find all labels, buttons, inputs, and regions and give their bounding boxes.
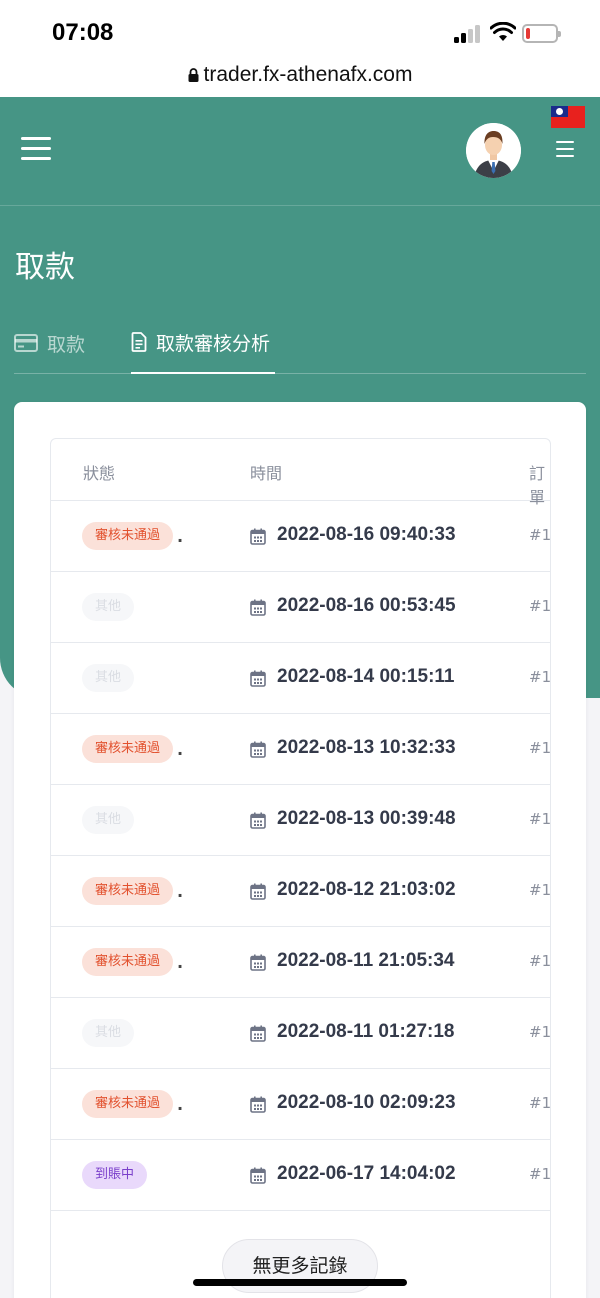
battery-icon <box>522 24 561 43</box>
table-row[interactable]: 其他 2022-08-11 01:27:18 #1 <box>51 998 551 1069</box>
card-icon <box>14 334 38 352</box>
column-header-status[interactable]: 狀態 <box>83 460 115 484</box>
table-row[interactable]: 審核未通過. 2022-08-10 02:09:23 #1 <box>51 1069 551 1140</box>
records-card: 狀態 時間 訂單 審核未通過. 2022-08-16 09:40:33 #1 其他 20… <box>14 402 586 1298</box>
status-time: 07:08 <box>52 19 114 46</box>
status-bar: 07:08 <box>0 0 600 60</box>
tab-withdraw-analysis[interactable]: 取款審核分析 <box>131 312 275 374</box>
calendar-icon <box>250 812 266 829</box>
tab-withdraw-analysis-label: 取款審核分析 <box>156 332 271 355</box>
truncation-dot: . <box>177 953 184 972</box>
calendar-icon <box>250 1096 266 1113</box>
table-row[interactable]: 審核未通過. 2022-08-11 21:05:34 #1 <box>51 927 551 998</box>
user-avatar-icon <box>466 123 521 178</box>
row-datetime: 2022-08-16 00:53:45 <box>277 595 456 616</box>
row-order-id: #1 <box>529 668 551 686</box>
tab-bar: 取款 取款審核分析 <box>14 312 586 374</box>
header-divider <box>0 205 600 206</box>
row-datetime: 2022-08-13 00:39:48 <box>277 808 456 829</box>
page-title: 取款 <box>15 250 75 285</box>
table-row[interactable]: 審核未通過. 2022-08-12 21:03:02 #1 <box>51 856 551 927</box>
home-indicator <box>193 1279 407 1286</box>
language-menu-button[interactable] <box>556 141 574 157</box>
row-order-id: #1 <box>529 739 551 757</box>
column-header-time[interactable]: 時間 <box>250 460 282 484</box>
status-badge: 審核未通過 <box>82 948 174 976</box>
row-datetime: 2022-08-13 10:32:33 <box>277 737 456 758</box>
table-row[interactable]: 審核未通過. 2022-08-16 09:40:33 #1 <box>51 501 551 572</box>
calendar-icon <box>250 528 266 545</box>
browser-url-bar[interactable]: trader.fx-athenafx.com <box>0 60 600 97</box>
status-badge: 其他 <box>82 593 135 621</box>
wifi-icon <box>490 22 516 41</box>
calendar-icon <box>250 1167 266 1184</box>
row-datetime: 2022-08-11 21:05:34 <box>277 950 455 971</box>
calendar-icon <box>250 670 266 687</box>
truncation-dot: . <box>177 1095 184 1114</box>
status-badge: 到賬中 <box>82 1161 148 1189</box>
row-datetime: 2022-08-16 09:40:33 <box>277 524 456 545</box>
status-badge: 其他 <box>82 1019 135 1047</box>
status-badge: 其他 <box>82 806 135 834</box>
status-badge: 審核未通過 <box>82 735 174 763</box>
row-datetime: 2022-08-12 21:03:02 <box>277 879 456 900</box>
row-order-id: #1 <box>529 526 551 544</box>
truncation-dot: . <box>177 527 184 546</box>
cellular-signal-icon <box>454 24 482 43</box>
calendar-icon <box>250 954 266 971</box>
row-datetime: 2022-08-10 02:09:23 <box>277 1092 456 1113</box>
row-order-id: #1 <box>529 597 551 615</box>
status-badge: 其他 <box>82 664 135 692</box>
status-badge: 審核未通過 <box>82 522 174 550</box>
tab-withdraw-label: 取款 <box>47 333 86 356</box>
truncation-dot: . <box>177 740 184 759</box>
document-icon <box>131 332 147 352</box>
table-row[interactable]: 其他 2022-08-13 00:39:48 #1 <box>51 785 551 856</box>
table-header: 狀態 時間 訂單 <box>51 439 550 507</box>
row-datetime: 2022-08-14 00:15:11 <box>277 666 455 687</box>
row-order-id: #1 <box>529 1165 551 1183</box>
row-datetime: 2022-08-11 01:27:18 <box>277 1021 455 1042</box>
taiwan-flag-icon[interactable] <box>551 106 585 128</box>
tab-withdraw[interactable]: 取款 <box>14 312 85 374</box>
calendar-icon <box>250 1025 266 1042</box>
hamburger-menu-button[interactable] <box>21 137 51 161</box>
row-datetime: 2022-06-17 14:04:02 <box>277 1163 456 1184</box>
truncation-dot: . <box>177 882 184 901</box>
table-row[interactable]: 其他 2022-08-16 00:53:45 #1 <box>51 572 551 643</box>
avatar[interactable] <box>466 123 521 178</box>
status-badge: 審核未通過 <box>82 877 174 905</box>
calendar-icon <box>250 599 266 616</box>
calendar-icon <box>250 883 266 900</box>
table-row[interactable]: 審核未通過. 2022-08-13 10:32:33 #1 <box>51 714 551 785</box>
row-order-id: #1 <box>529 1023 551 1041</box>
url-text: trader.fx-athenafx.com <box>203 63 413 86</box>
row-order-id: #1 <box>529 952 551 970</box>
status-badge: 審核未通過 <box>82 1090 174 1118</box>
records-table[interactable]: 狀態 時間 訂單 審核未通過. 2022-08-16 09:40:33 #1 其他 20… <box>50 438 551 1298</box>
table-row[interactable]: 其他 2022-08-14 00:15:11 #1 <box>51 643 551 714</box>
table-row[interactable]: 到賬中 2022-06-17 14:04:02 #1 <box>51 1140 551 1211</box>
row-order-id: #1 <box>529 1094 551 1112</box>
calendar-icon <box>250 741 266 758</box>
row-order-id: #1 <box>529 881 551 899</box>
row-order-id: #1 <box>529 810 551 828</box>
lock-icon <box>188 67 199 82</box>
